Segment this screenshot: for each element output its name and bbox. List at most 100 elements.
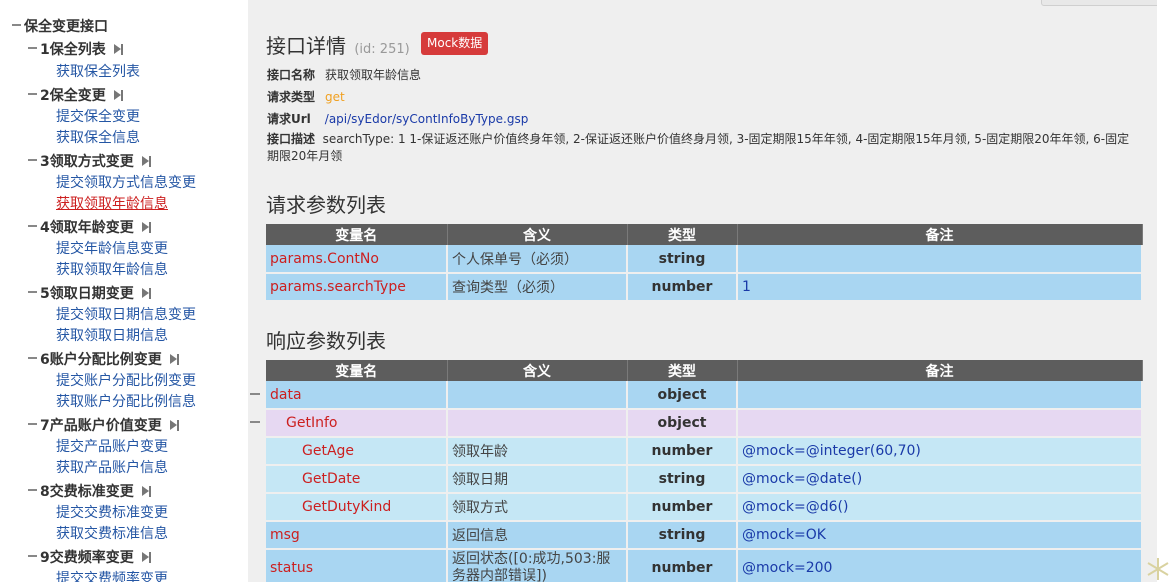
sidebar-item[interactable]: 获取领取日期信息 xyxy=(56,325,168,345)
sidebar-item[interactable]: 提交交费标准变更 xyxy=(56,502,168,522)
mock-data-button[interactable]: Mock数据 xyxy=(421,32,489,55)
play-icon[interactable] xyxy=(169,419,180,431)
play-icon[interactable] xyxy=(141,287,152,299)
collapse-getinfo-icon[interactable] xyxy=(250,421,260,423)
sidebar-item[interactable]: 获取产品账户信息 xyxy=(56,457,168,477)
param-meaning xyxy=(447,381,628,410)
table-header: 变量名 含义 类型 备注 xyxy=(266,224,1143,245)
play-icon[interactable] xyxy=(113,89,124,101)
top-tab[interactable] xyxy=(1041,0,1161,6)
scrollbar-track[interactable] xyxy=(1157,0,1171,582)
column-header: 备注 xyxy=(737,360,1143,381)
tree-root[interactable]: 保全变更接口 xyxy=(12,16,108,36)
sidebar-item[interactable]: 获取保全列表 xyxy=(56,61,140,81)
api-id: (id: 251) xyxy=(354,42,410,57)
info-value[interactable]: /api/syEdor/syContInfoByType.gsp xyxy=(325,112,529,126)
response-section-title: 响应参数列表 xyxy=(266,329,386,353)
sidebar-item[interactable]: 获取账户分配比例信息 xyxy=(56,391,196,411)
sidebar-item[interactable]: 提交交费频率变更 xyxy=(56,568,168,582)
sidebar-group-4[interactable]: 4领取年龄变更 xyxy=(28,217,152,237)
sidebar: 保全变更接口 1保全列表 获取保全列表 2保全变更 提交保全变更 获取保全信息 … xyxy=(0,0,240,582)
collapse-icon[interactable] xyxy=(12,24,21,26)
info-name: 接口名称 获取领取年龄信息 xyxy=(267,66,421,83)
collapse-icon[interactable] xyxy=(28,93,37,95)
param-meaning: 返回信息 xyxy=(447,521,628,550)
group-label: 3领取方式变更 xyxy=(40,154,134,170)
group-label: 9交费频率变更 xyxy=(40,550,134,566)
sidebar-item[interactable]: 提交年龄信息变更 xyxy=(56,238,168,258)
sidebar-group-1[interactable]: 1保全列表 xyxy=(28,39,124,59)
table-row: params.ContNo 个人保单号（必须） string xyxy=(266,245,1143,274)
column-header: 含义 xyxy=(447,224,628,245)
info-desc: 接口描述 searchType: 1 1-保证返还账户价值终身年领, 2-保证返… xyxy=(267,131,1137,165)
column-header: 备注 xyxy=(737,224,1143,245)
info-url: 请求Url/api/syEdor/syContInfoByType.gsp xyxy=(267,110,528,127)
param-name: data xyxy=(266,381,448,410)
collapse-icon[interactable] xyxy=(28,47,37,49)
table-row: params.searchType 查询类型（必须） number 1 xyxy=(266,273,1143,302)
param-type: object xyxy=(627,409,738,438)
play-icon[interactable] xyxy=(141,155,152,167)
param-name: params.ContNo xyxy=(266,245,448,274)
sidebar-item[interactable]: 提交账户分配比例变更 xyxy=(56,370,196,390)
play-icon[interactable] xyxy=(169,353,180,365)
collapse-icon[interactable] xyxy=(28,555,37,557)
param-meaning: 查询类型（必须） xyxy=(447,273,628,302)
param-type: number xyxy=(627,549,738,582)
sidebar-item[interactable]: 提交产品账户变更 xyxy=(56,436,168,456)
param-name: status xyxy=(266,549,448,582)
param-type: object xyxy=(627,381,738,410)
column-header: 类型 xyxy=(627,224,738,245)
column-header: 含义 xyxy=(447,360,628,381)
sidebar-group-6[interactable]: 6账户分配比例变更 xyxy=(28,349,180,369)
sidebar-group-7[interactable]: 7产品账户价值变更 xyxy=(28,415,180,435)
collapse-icon[interactable] xyxy=(28,423,37,425)
param-note xyxy=(737,409,1143,438)
param-type: string xyxy=(627,245,738,274)
param-type: number xyxy=(627,493,738,522)
sidebar-group-2[interactable]: 2保全变更 xyxy=(28,85,124,105)
sidebar-group-3[interactable]: 3领取方式变更 xyxy=(28,151,152,171)
sidebar-group-8[interactable]: 8交费标准变更 xyxy=(28,481,152,501)
param-meaning xyxy=(447,409,628,438)
table-header: 变量名 含义 类型 备注 xyxy=(266,360,1143,381)
collapse-icon[interactable] xyxy=(28,159,37,161)
sidebar-item[interactable]: 提交领取日期信息变更 xyxy=(56,304,196,324)
play-icon[interactable] xyxy=(141,485,152,497)
param-note xyxy=(737,245,1143,274)
param-name: GetAge xyxy=(266,437,448,466)
group-label: 2保全变更 xyxy=(40,88,106,104)
info-value: 获取领取年龄信息 xyxy=(325,68,422,82)
response-table: 变量名 含义 类型 备注 data object GetInfo object … xyxy=(266,360,1143,582)
sidebar-group-9[interactable]: 9交费频率变更 xyxy=(28,547,152,567)
param-note: @mock=OK xyxy=(737,521,1143,550)
sidebar-item[interactable]: 提交保全变更 xyxy=(56,106,140,126)
param-note: 1 xyxy=(737,273,1143,302)
sidebar-item[interactable]: 获取保全信息 xyxy=(56,127,140,147)
column-header: 变量名 xyxy=(266,360,448,381)
param-note: @mock=@d6() xyxy=(737,493,1143,522)
collapse-icon[interactable] xyxy=(28,489,37,491)
collapse-icon[interactable] xyxy=(28,357,37,359)
collapse-data-icon[interactable] xyxy=(250,393,260,395)
play-icon[interactable] xyxy=(113,43,124,55)
param-name: GetInfo xyxy=(266,409,448,438)
play-icon[interactable] xyxy=(141,221,152,233)
sidebar-item[interactable]: 提交领取方式信息变更 xyxy=(56,172,196,192)
group-label: 1保全列表 xyxy=(40,42,106,58)
column-header: 类型 xyxy=(627,360,738,381)
sidebar-group-5[interactable]: 5领取日期变更 xyxy=(28,283,152,303)
collapse-icon[interactable] xyxy=(28,225,37,227)
sidebar-item[interactable]: 获取交费标准信息 xyxy=(56,523,168,543)
group-label: 5领取日期变更 xyxy=(40,286,134,302)
param-name: GetDate xyxy=(266,465,448,494)
table-row: data object xyxy=(266,381,1143,410)
param-name: GetDutyKind xyxy=(266,493,448,522)
param-note: @mock=@integer(60,70) xyxy=(737,437,1143,466)
sidebar-item-active[interactable]: 获取领取年龄信息 xyxy=(56,193,168,213)
play-icon[interactable] xyxy=(141,551,152,563)
sidebar-item[interactable]: 获取领取年龄信息 xyxy=(56,259,168,279)
collapse-icon[interactable] xyxy=(28,291,37,293)
table-row: GetDutyKind 领取方式 number @mock=@d6() xyxy=(266,493,1143,522)
info-label: 请求Url xyxy=(267,112,311,126)
